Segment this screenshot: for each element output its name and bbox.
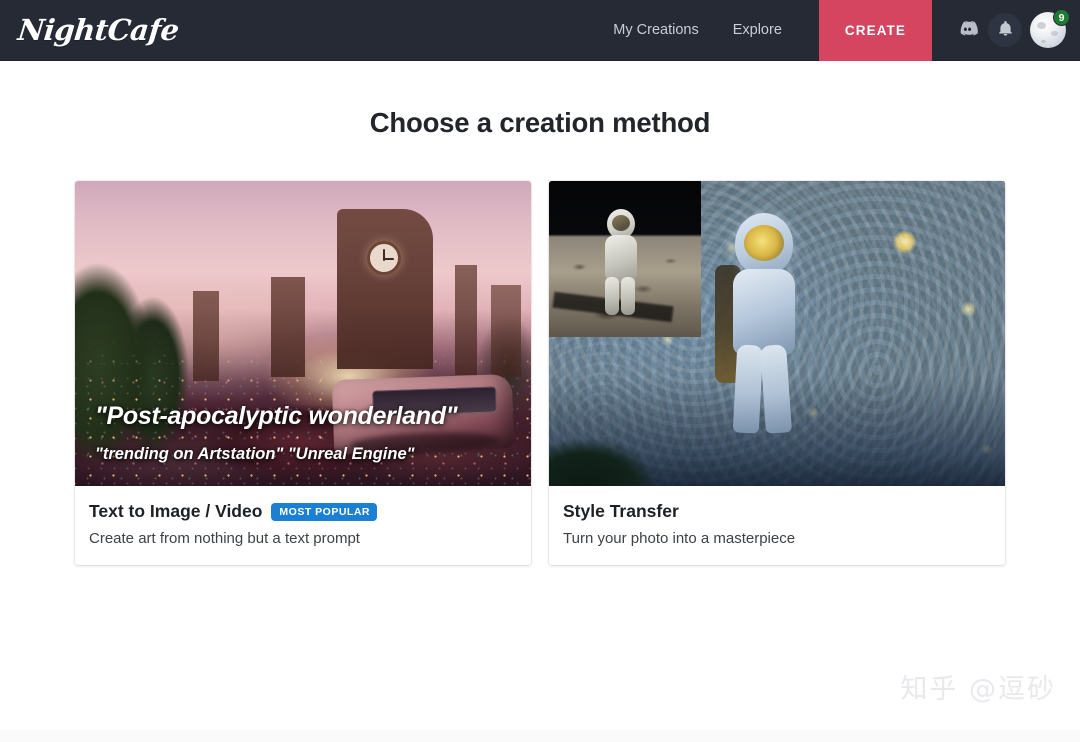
card-subtitle: Turn your photo into a masterpiece bbox=[563, 530, 796, 547]
card-subtitle: Create art from nothing but a text promp… bbox=[89, 530, 360, 547]
artwork-clock bbox=[367, 241, 401, 275]
card-title-row: Text to Image / Video MOST POPULAR bbox=[89, 501, 517, 522]
artwork-clocktower bbox=[337, 209, 433, 369]
avatar-button[interactable]: 9 bbox=[1030, 9, 1070, 48]
card-title: Style Transfer bbox=[563, 501, 679, 521]
main-navigation: My Creations Explore CREATE 9 bbox=[596, 0, 1080, 61]
artwork-structure bbox=[455, 265, 477, 375]
zhihu-watermark: 知乎 @逗砂 bbox=[900, 674, 1056, 705]
discord-icon-button[interactable] bbox=[950, 13, 984, 47]
bell-icon bbox=[997, 20, 1014, 40]
notifications-button[interactable] bbox=[988, 13, 1022, 47]
header-icon-group: 9 bbox=[932, 9, 1080, 48]
card-title-row: Style Transfer bbox=[563, 501, 991, 522]
source-photo-inset-moon-landing bbox=[549, 181, 701, 337]
most-popular-badge: MOST POPULAR bbox=[271, 502, 378, 521]
card-text-to-image[interactable]: "Post-apocalyptic wonderland" "trending … bbox=[75, 181, 531, 565]
footer-strip bbox=[0, 730, 1080, 742]
notification-badge: 9 bbox=[1053, 9, 1070, 26]
card-body: Text to Image / Video MOST POPULAR Creat… bbox=[75, 486, 531, 565]
card-thumbnail-text-to-image: "Post-apocalyptic wonderland" "trending … bbox=[75, 181, 531, 486]
top-header: NightCafe My Creations Explore CREATE 9 bbox=[0, 0, 1080, 61]
card-title: Text to Image / Video bbox=[89, 501, 263, 521]
nightcafe-logo[interactable]: NightCafe bbox=[16, 13, 180, 47]
create-button[interactable]: CREATE bbox=[818, 0, 932, 61]
artwork-structure bbox=[491, 285, 521, 377]
card-body: Style Transfer Turn your photo into a ma… bbox=[549, 486, 1005, 565]
artwork-structure bbox=[271, 277, 305, 377]
artwork-astronaut-stylized bbox=[715, 213, 807, 434]
discord-icon bbox=[957, 18, 978, 42]
nav-my-creations[interactable]: My Creations bbox=[596, 0, 715, 61]
artwork-structure bbox=[193, 291, 219, 381]
overlay-prompt-text: "Post-apocalyptic wonderland" bbox=[95, 402, 458, 430]
card-style-transfer[interactable]: Style Transfer Turn your photo into a ma… bbox=[549, 181, 1005, 565]
creation-method-list: "Post-apocalyptic wonderland" "trending … bbox=[0, 181, 1080, 565]
overlay-modifier-text: "trending on Artstation" "Unreal Engine" bbox=[95, 445, 415, 463]
page-title: Choose a creation method bbox=[369, 107, 711, 138]
card-thumbnail-style-transfer bbox=[549, 181, 1005, 486]
nav-explore[interactable]: Explore bbox=[716, 0, 799, 61]
logo-text: NightCafe bbox=[16, 13, 181, 47]
page-content: Choose a creation method "Post-apocalypt… bbox=[0, 61, 1080, 742]
